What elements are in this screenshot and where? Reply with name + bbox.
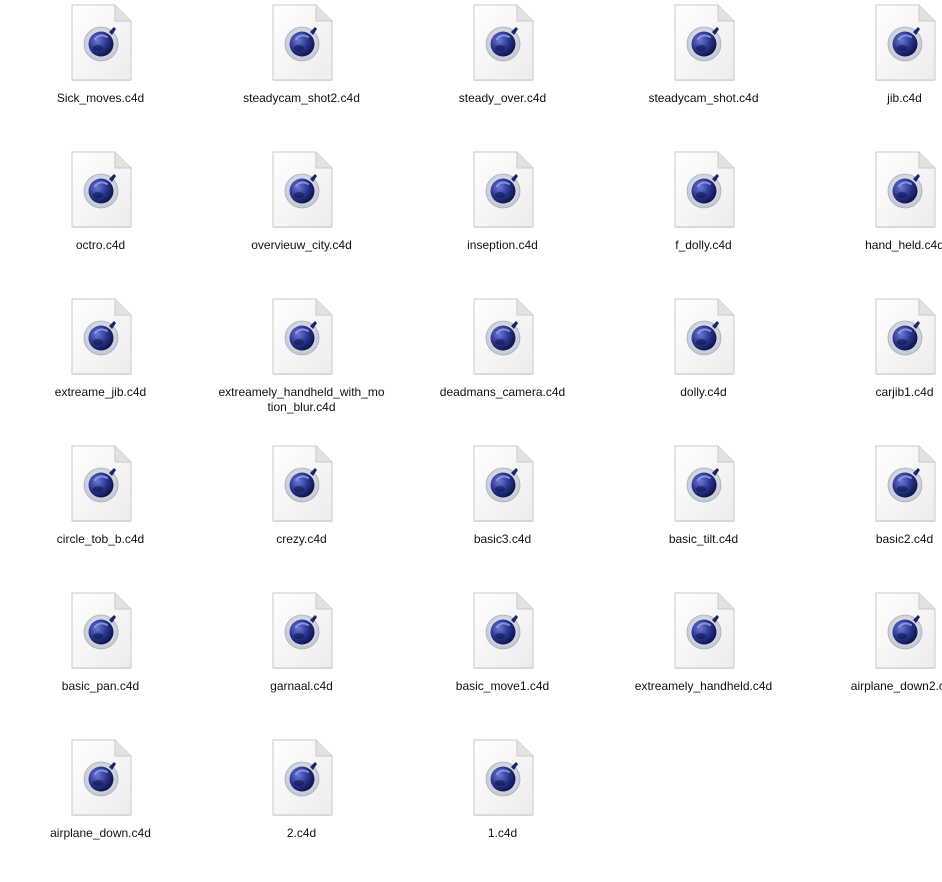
file-name-label: airplane_down.c4d (17, 826, 185, 841)
cinema4d-document-icon[interactable] (270, 739, 334, 817)
file-name-label: extreamely_handheld_with_motion_blur.c4d (218, 385, 386, 415)
file-item[interactable]: 1.c4d (402, 735, 603, 882)
cinema4d-document-icon[interactable] (471, 592, 535, 670)
file-item[interactable]: steadycam_shot2.c4d (201, 0, 402, 147)
cinema4d-document-icon[interactable] (270, 445, 334, 523)
file-name-label: octro.c4d (17, 238, 185, 253)
file-item[interactable]: basic2.c4d (804, 441, 942, 588)
file-name-label: f_dolly.c4d (620, 238, 788, 253)
file-item[interactable]: 2.c4d (201, 735, 402, 882)
file-item[interactable]: Sick_moves.c4d (0, 0, 201, 147)
file-name-label: Sick_moves.c4d (17, 91, 185, 106)
file-name-label: hand_held.c4d (821, 238, 942, 253)
cinema4d-document-icon[interactable] (270, 151, 334, 229)
cinema4d-document-icon[interactable] (873, 151, 937, 229)
file-item[interactable]: hand_held.c4d (804, 147, 942, 294)
file-item[interactable]: basic_tilt.c4d (603, 441, 804, 588)
cinema4d-document-icon[interactable] (270, 4, 334, 82)
file-item[interactable]: octro.c4d (0, 147, 201, 294)
cinema4d-document-icon[interactable] (471, 151, 535, 229)
cinema4d-document-icon[interactable] (471, 739, 535, 817)
cinema4d-document-icon[interactable] (672, 445, 736, 523)
cinema4d-document-icon[interactable] (873, 592, 937, 670)
file-name-label: crezy.c4d (218, 532, 386, 547)
file-name-label: garnaal.c4d (218, 679, 386, 694)
file-name-label: overvieuw_city.c4d (218, 238, 386, 253)
file-item[interactable]: crezy.c4d (201, 441, 402, 588)
file-name-label: circle_tob_b.c4d (17, 532, 185, 547)
cinema4d-document-icon[interactable] (873, 298, 937, 376)
file-item[interactable]: inseption.c4d (402, 147, 603, 294)
cinema4d-document-icon[interactable] (69, 151, 133, 229)
file-name-label: 1.c4d (419, 826, 587, 841)
file-name-label: extreamely_handheld.c4d (620, 679, 788, 694)
file-item[interactable]: steadycam_shot.c4d (603, 0, 804, 147)
file-item[interactable]: dolly.c4d (603, 294, 804, 441)
cinema4d-document-icon[interactable] (873, 445, 937, 523)
cinema4d-document-icon[interactable] (873, 4, 937, 82)
file-item[interactable]: airplane_down2.c4d (804, 588, 942, 735)
file-name-label: airplane_down2.c4d (821, 679, 942, 694)
file-name-label: basic_pan.c4d (17, 679, 185, 694)
cinema4d-document-icon[interactable] (672, 151, 736, 229)
file-item[interactable]: f_dolly.c4d (603, 147, 804, 294)
file-item[interactable]: steady_over.c4d (402, 0, 603, 147)
file-item[interactable]: extreamely_handheld.c4d (603, 588, 804, 735)
file-name-label: dolly.c4d (620, 385, 788, 400)
file-item[interactable]: garnaal.c4d (201, 588, 402, 735)
cinema4d-document-icon[interactable] (69, 4, 133, 82)
file-name-label: basic_tilt.c4d (620, 532, 788, 547)
file-item[interactable]: overvieuw_city.c4d (201, 147, 402, 294)
file-name-label: jib.c4d (821, 91, 942, 106)
file-name-label: basic3.c4d (419, 532, 587, 547)
file-item[interactable]: jib.c4d (804, 0, 942, 147)
cinema4d-document-icon[interactable] (672, 4, 736, 82)
cinema4d-document-icon[interactable] (69, 592, 133, 670)
file-item[interactable]: basic_pan.c4d (0, 588, 201, 735)
cinema4d-document-icon[interactable] (471, 4, 535, 82)
file-item[interactable]: extreame_jib.c4d (0, 294, 201, 441)
file-name-label: steady_over.c4d (419, 91, 587, 106)
cinema4d-document-icon[interactable] (672, 298, 736, 376)
file-name-label: deadmans_camera.c4d (419, 385, 587, 400)
cinema4d-document-icon[interactable] (471, 298, 535, 376)
file-name-label: extreame_jib.c4d (17, 385, 185, 400)
cinema4d-document-icon[interactable] (270, 592, 334, 670)
file-name-label: steadycam_shot2.c4d (218, 91, 386, 106)
file-name-label: inseption.c4d (419, 238, 587, 253)
file-item[interactable]: carjib1.c4d (804, 294, 942, 441)
file-item[interactable]: basic_move1.c4d (402, 588, 603, 735)
file-name-label: carjib1.c4d (821, 385, 942, 400)
cinema4d-document-icon[interactable] (471, 445, 535, 523)
file-item[interactable]: basic3.c4d (402, 441, 603, 588)
cinema4d-document-icon[interactable] (270, 298, 334, 376)
file-item[interactable]: deadmans_camera.c4d (402, 294, 603, 441)
file-item[interactable]: airplane_down.c4d (0, 735, 201, 882)
cinema4d-document-icon[interactable] (672, 592, 736, 670)
file-item[interactable]: circle_tob_b.c4d (0, 441, 201, 588)
cinema4d-document-icon[interactable] (69, 445, 133, 523)
file-name-label: 2.c4d (218, 826, 386, 841)
file-item[interactable]: extreamely_handheld_with_motion_blur.c4d (201, 294, 402, 441)
cinema4d-document-icon[interactable] (69, 298, 133, 376)
file-name-label: basic2.c4d (821, 532, 942, 547)
file-name-label: basic_move1.c4d (419, 679, 587, 694)
file-icon-grid: Sick_moves.c4d (0, 0, 942, 851)
file-name-label: steadycam_shot.c4d (620, 91, 788, 106)
cinema4d-document-icon[interactable] (69, 739, 133, 817)
